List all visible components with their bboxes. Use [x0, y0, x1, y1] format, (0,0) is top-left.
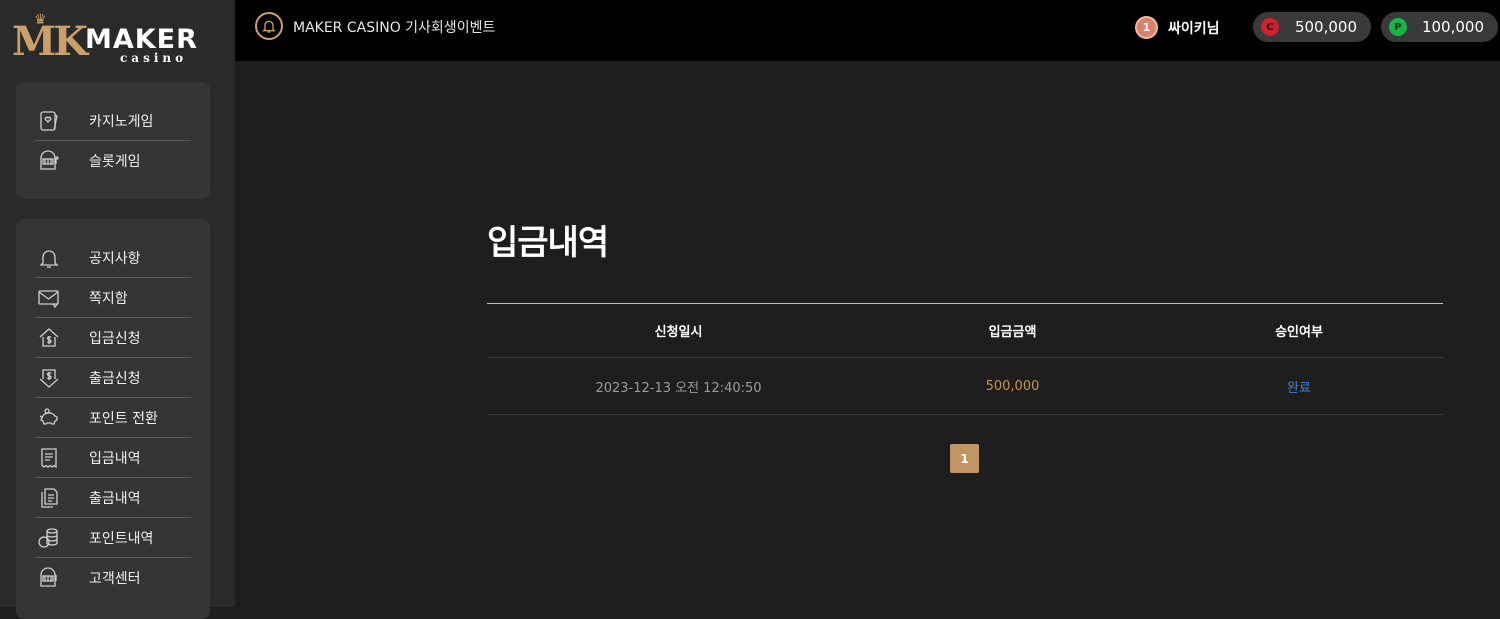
cash-icon: C — [1261, 18, 1279, 36]
sidebar-item-messages[interactable]: 쪽지함 — [35, 278, 191, 318]
point-amount: 100,000 — [1421, 18, 1484, 36]
sidebar-item-label: 입금내역 — [89, 450, 141, 467]
sidebar-item-label: 고객센터 — [89, 571, 141, 587]
receipt-icon — [37, 446, 61, 470]
sidebar-item-casino[interactable]: 카지노게임 — [35, 101, 191, 141]
account-menu: 공지사항 쪽지함 입금신청 출금신청 포인트 전환 입금내역 출금내역 포인트내… — [16, 219, 210, 619]
sidebar-item-point-history[interactable]: 포인트내역 — [35, 518, 191, 558]
coins-icon — [37, 526, 61, 550]
sidebar-item-notice[interactable]: 공지사항 — [35, 238, 191, 278]
bell-icon — [37, 246, 61, 270]
page-title: 입금내역 — [487, 223, 609, 263]
cash-amount: 500,000 — [1294, 18, 1357, 36]
table-row: 2023-12-13 오전 12:40:50 500,000 완료 — [487, 358, 1443, 415]
sidebar-item-label: 출금신청 — [89, 370, 141, 387]
column-header-status: 승인여부 — [1275, 325, 1323, 340]
sidebar-item-deposit[interactable]: 입금신청 — [35, 318, 191, 358]
point-icon: P — [1389, 18, 1407, 36]
sidebar-item-label: 입금신청 — [89, 330, 141, 347]
sidebar-item-point-convert[interactable]: 포인트 전환 — [35, 398, 191, 438]
deposit-status: 완료 — [1287, 380, 1311, 396]
slot-machine-icon — [37, 149, 61, 173]
sidebar: ♛ MK MAKER casino 카지노게임 슬롯게임 공지사항 쪽지함 입금… — [0, 0, 235, 619]
logo[interactable]: ♛ MK MAKER casino — [12, 12, 217, 65]
table-header: 신청일시 입금금액 승인여부 — [487, 304, 1443, 358]
withdraw-icon — [37, 366, 61, 390]
sidebar-item-label: 슬롯게임 — [89, 154, 141, 170]
sidebar-item-withdraw-history[interactable]: 출금내역 — [35, 478, 191, 518]
logo-mark: MK — [12, 18, 88, 65]
sidebar-item-withdraw[interactable]: 출금신청 — [35, 358, 191, 398]
sidebar-item-label: 포인트내역 — [89, 530, 154, 547]
sidebar-item-deposit-history[interactable]: 입금내역 — [35, 438, 191, 478]
deposit-date: 2023-12-13 오전 12:40:50 — [595, 380, 762, 396]
column-header-amount: 입금금액 — [988, 325, 1037, 340]
username[interactable]: 싸이키님 — [1168, 18, 1220, 38]
point-balance: P 100,000 — [1381, 12, 1498, 42]
deposit-icon — [37, 326, 61, 350]
sidebar-item-label: 출금내역 — [89, 490, 141, 507]
sidebar-item-slot[interactable]: 슬롯게임 — [35, 141, 191, 181]
deposit-history-table: 신청일시 입금금액 승인여부 2023-12-13 오전 12:40:50 50… — [487, 303, 1443, 415]
casino-card-icon — [37, 109, 61, 133]
column-header-date: 신청일시 — [654, 325, 703, 340]
sidebar-item-label: 카지노게임 — [89, 113, 154, 130]
game-menu: 카지노게임 슬롯게임 — [16, 82, 210, 199]
sidebar-item-support[interactable]: 고객센터 — [35, 558, 191, 598]
deposit-amount: 500,000 — [985, 378, 1040, 394]
page-button-1[interactable]: 1 — [950, 444, 979, 473]
mail-icon — [37, 286, 61, 310]
support-icon — [37, 566, 61, 590]
top-bar: MAKER CASINO 기사회생이벤트 1 싸이키님 C 500,000 P … — [235, 0, 1500, 61]
cash-balance: C 500,000 — [1253, 12, 1371, 42]
notice-ticker[interactable]: MAKER CASINO 기사회생이벤트 — [293, 17, 495, 37]
piggy-bank-icon — [37, 406, 61, 430]
sidebar-item-label: 포인트 전환 — [89, 410, 158, 427]
sidebar-item-label: 공지사항 — [89, 250, 141, 267]
message-count-badge[interactable]: 1 — [1135, 16, 1158, 39]
logo-sub: casino — [120, 51, 188, 65]
sidebar-item-label: 쪽지함 — [89, 290, 128, 307]
documents-icon — [37, 486, 61, 510]
bell-icon — [255, 12, 283, 40]
